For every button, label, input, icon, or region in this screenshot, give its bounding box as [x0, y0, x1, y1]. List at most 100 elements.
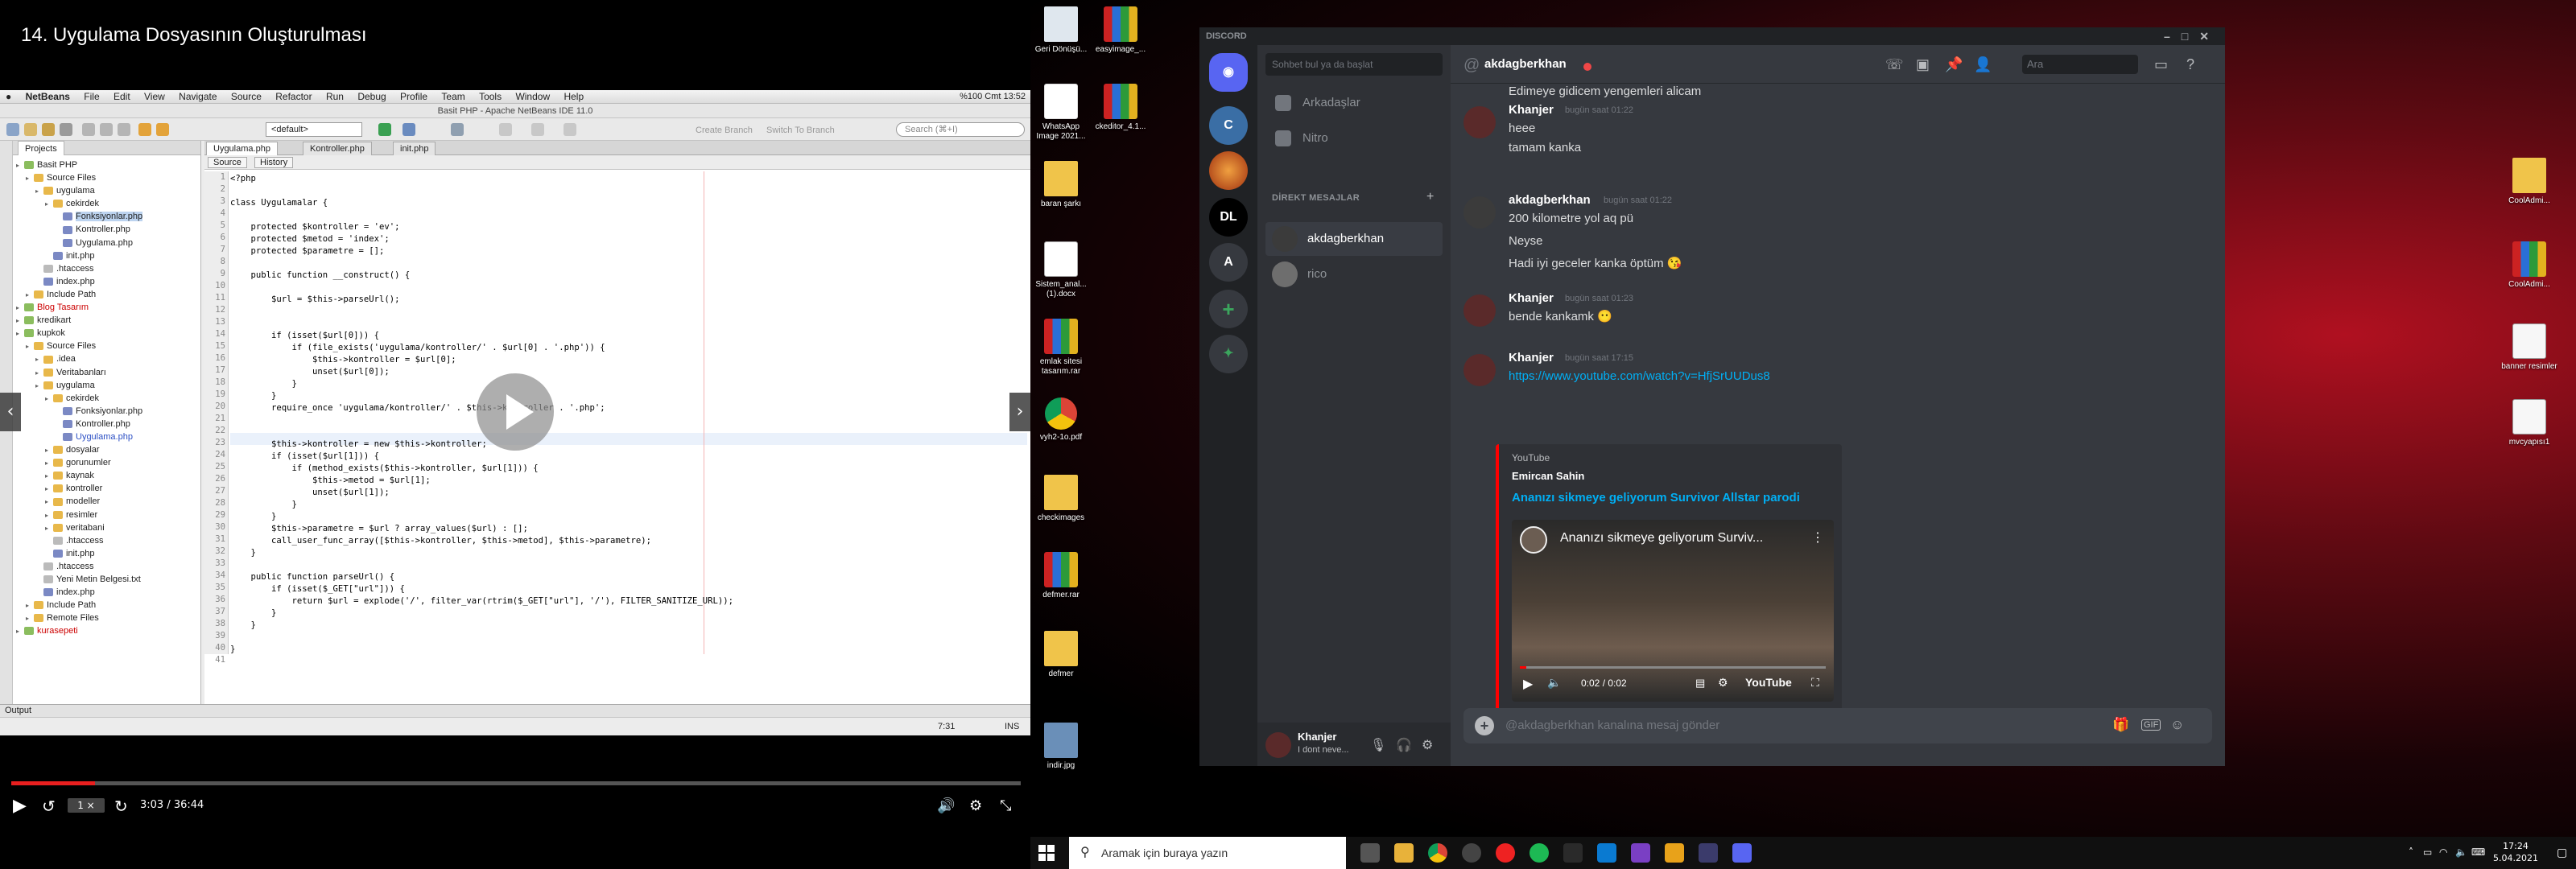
- embed-volume-icon[interactable]: 🔈: [1547, 676, 1561, 690]
- output-tab[interactable]: Output: [0, 704, 1030, 717]
- tree-expand-icon[interactable]: ▸: [26, 612, 34, 625]
- user-avatar[interactable]: [1265, 732, 1291, 758]
- tree-item[interactable]: ▸ Remote Files: [16, 612, 200, 624]
- tree-item[interactable]: Kontroller.php: [16, 223, 200, 236]
- tree-item[interactable]: index.php: [16, 586, 200, 599]
- desktop-icon[interactable]: baran şarkı: [1032, 161, 1090, 209]
- youtube-logo[interactable]: YouTube: [1745, 676, 1792, 689]
- tree-item[interactable]: ▸ Source Files: [16, 340, 200, 352]
- code-text[interactable]: <?php class Uygulamalar { protected $kont…: [230, 173, 1019, 656]
- server-c-icon[interactable]: C: [1209, 106, 1248, 145]
- tree-item[interactable]: init.php: [16, 547, 200, 560]
- tree-expand-icon[interactable]: ▸: [26, 289, 34, 302]
- desktop-icon[interactable]: mvcyapısı1: [2500, 399, 2558, 447]
- tree-expand-icon[interactable]: ▸: [26, 172, 34, 185]
- tree-item[interactable]: ▸ Include Path: [16, 288, 200, 301]
- history-button[interactable]: History: [254, 157, 294, 168]
- gif-button[interactable]: GIF: [2141, 719, 2161, 731]
- tree-expand-icon[interactable]: ▸: [26, 340, 34, 353]
- tree-expand-icon[interactable]: ▸: [45, 393, 53, 406]
- volume-icon[interactable]: 🔊: [937, 797, 955, 816]
- rewind-icon[interactable]: ↺: [42, 797, 56, 816]
- play-icon[interactable]: ▶: [13, 797, 27, 816]
- tree-item[interactable]: .htaccess: [16, 262, 200, 275]
- playback-speed-button[interactable]: 1 ×: [68, 798, 105, 813]
- nitro-nav[interactable]: Nitro: [1265, 122, 1443, 154]
- desktop-icon[interactable]: defmer.rar: [1032, 552, 1090, 600]
- desktop-icon[interactable]: defmer: [1032, 631, 1090, 679]
- tree-expand-icon[interactable]: ▸: [45, 457, 53, 470]
- taskbar-clock[interactable]: 17:24 5.04.2021: [2486, 840, 2545, 864]
- tree-item[interactable]: ▸ kaynak: [16, 469, 200, 482]
- windows-start-icon[interactable]: [1038, 845, 1055, 861]
- sublime-icon[interactable]: [1665, 843, 1684, 863]
- tree-item[interactable]: ▸ uygulama: [16, 184, 200, 197]
- embed-author[interactable]: Emircan Sahin: [1512, 470, 1584, 482]
- prev-arrow-icon[interactable]: ‹: [0, 393, 21, 431]
- embed-fullscreen-icon[interactable]: ⛶: [1811, 676, 1819, 690]
- gift-icon[interactable]: 🎁: [2112, 717, 2129, 733]
- desktop-icon[interactable]: CoolAdmi...: [2500, 158, 2558, 206]
- tree-expand-icon[interactable]: ▸: [16, 625, 24, 638]
- pin-icon[interactable]: 📌: [1945, 56, 1963, 73]
- chrome-icon[interactable]: [1428, 843, 1447, 863]
- tree-item[interactable]: ▸ kurasepeti: [16, 624, 200, 637]
- play-overlay-button[interactable]: [477, 373, 554, 451]
- desktop-icon[interactable]: CoolAdmi...: [2500, 241, 2558, 290]
- spotify-icon[interactable]: [1530, 843, 1549, 863]
- message-input[interactable]: @akdagberkhan kanalına mesaj gönder: [1505, 719, 1719, 732]
- inbox-icon[interactable]: ▭: [2154, 56, 2168, 73]
- vscode-icon[interactable]: [1597, 843, 1616, 863]
- tree-item[interactable]: ▸ veritabani: [16, 521, 200, 534]
- captions-icon[interactable]: ▤: [1695, 677, 1705, 690]
- source-button[interactable]: Source: [208, 157, 247, 168]
- avatar[interactable]: [1463, 354, 1496, 386]
- embed-title[interactable]: Ananızı sikmeye geliyorum Survivor Allst…: [1512, 491, 1800, 505]
- settings-gear-icon[interactable]: ⚙: [969, 797, 982, 816]
- tray-wifi-icon[interactable]: ◠: [2439, 846, 2447, 858]
- tray-volume-icon[interactable]: 🔈: [2455, 846, 2467, 858]
- more-vert-icon[interactable]: ⋮: [1811, 529, 1824, 546]
- video-progress-track[interactable]: [11, 781, 1021, 785]
- tree-item[interactable]: ▸ modeller: [16, 495, 200, 508]
- tree-expand-icon[interactable]: ▸: [45, 483, 53, 496]
- tree-item[interactable]: Uygulama.php: [16, 237, 200, 249]
- desktop-icon[interactable]: Sistem_anal... (1).docx: [1032, 241, 1090, 299]
- headphones-icon[interactable]: 🎧: [1396, 737, 1412, 753]
- tree-item[interactable]: ▸ kupkok: [16, 327, 200, 340]
- desktop-icon[interactable]: Geri Dönüşü...: [1032, 6, 1090, 55]
- voice-call-icon[interactable]: ☏: [1885, 56, 1904, 73]
- embed-video[interactable]: Ananızı sikmeye geliyorum Surviv... ⋮ ▶ …: [1512, 520, 1834, 702]
- tab-init-php[interactable]: init.php: [393, 142, 436, 155]
- ide-search-input[interactable]: Search (⌘+I): [896, 122, 1025, 137]
- tree-item[interactable]: .htaccess: [16, 534, 200, 547]
- tree-expand-icon[interactable]: ▸: [16, 315, 24, 327]
- tree-expand-icon[interactable]: ▸: [35, 367, 43, 380]
- message-author[interactable]: akdagberkhan: [1509, 193, 1591, 207]
- embed-play-icon[interactable]: ▶: [1523, 676, 1533, 692]
- tree-item[interactable]: Uygulama.php: [16, 430, 200, 443]
- attach-plus-icon[interactable]: +: [1475, 716, 1494, 735]
- desktop-icon[interactable]: WhatsApp Image 2021...: [1032, 84, 1090, 142]
- config-select[interactable]: <default>: [266, 122, 362, 137]
- embed-progress-track[interactable]: [1520, 666, 1826, 669]
- tray-chevron-icon[interactable]: ˄: [2409, 846, 2413, 858]
- emoji-icon[interactable]: ☺: [2170, 717, 2184, 733]
- message-link[interactable]: https://www.youtube.com/watch?v=HfjSrUUD…: [1509, 369, 1770, 385]
- embed-provider[interactable]: YouTube: [1512, 452, 1550, 463]
- tree-item[interactable]: ▸ gorunumler: [16, 456, 200, 469]
- tree-item[interactable]: Fonksiyonlar.php: [16, 405, 200, 418]
- avatar[interactable]: [1463, 196, 1496, 229]
- embed-settings-icon[interactable]: ⚙: [1718, 676, 1728, 690]
- server-a-icon[interactable]: A: [1209, 243, 1248, 282]
- video-player[interactable]: 14. Uygulama Dosyasının Oluşturulması ● …: [0, 0, 1030, 826]
- desktop-icon[interactable]: emlak sitesi tasarım.rar: [1032, 319, 1090, 377]
- desktop-icon[interactable]: easyimage_...: [1092, 6, 1150, 55]
- tree-expand-icon[interactable]: ▸: [45, 198, 53, 211]
- fullscreen-icon[interactable]: ⤡: [1000, 797, 1011, 816]
- tree-item[interactable]: ▸ resimler: [16, 509, 200, 521]
- discord-taskbar-icon[interactable]: [1732, 843, 1752, 863]
- explore-compass-icon[interactable]: ✦: [1209, 335, 1248, 373]
- tree-item[interactable]: Fonksiyonlar.php: [16, 210, 200, 223]
- tree-expand-icon[interactable]: ▸: [45, 509, 53, 522]
